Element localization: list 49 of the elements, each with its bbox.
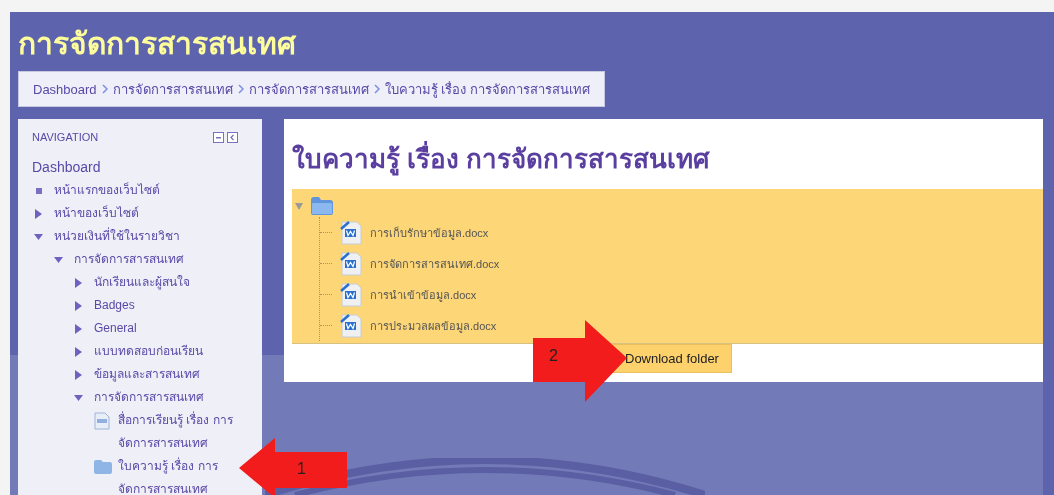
expanded-triangle-icon[interactable]	[34, 231, 43, 242]
minimize-icon[interactable]	[213, 131, 224, 143]
document-icon	[340, 220, 362, 245]
panel-title: NAVIGATION	[32, 131, 99, 143]
folder-icon	[311, 197, 333, 215]
nav-item[interactable]: หน้าของเว็บไซต์	[54, 202, 139, 225]
expanded-triangle-icon[interactable]	[74, 392, 83, 403]
collapsed-triangle-icon[interactable]	[74, 323, 83, 334]
collapsed-triangle-icon[interactable]	[34, 208, 43, 219]
file-link[interactable]: การนำเข้าข้อมูล.docx	[370, 285, 477, 304]
expanded-triangle-icon[interactable]	[54, 254, 63, 265]
folder-icon	[94, 459, 112, 474]
file-link[interactable]: การประมวลผลข้อมูล.docx	[370, 316, 497, 335]
nav-item[interactable]: หน่วยเงินที่ใช้ในรายวิชา	[54, 225, 180, 248]
callout-number: 2	[549, 347, 558, 365]
page-title: การจัดการสารสนเทศ	[18, 26, 298, 62]
content-title: ใบความรู้ เรื่อง การจัดการสารสนเทศ	[292, 143, 1043, 175]
download-folder-button[interactable]: Download folder	[612, 344, 732, 373]
document-icon	[340, 251, 362, 276]
nav-item[interactable]: General	[94, 317, 137, 340]
nav-item[interactable]: Badges	[94, 294, 135, 317]
collapsed-triangle-icon[interactable]	[74, 277, 83, 288]
breadcrumb-link[interactable]: Dashboard	[33, 81, 97, 97]
nav-item[interactable]: สื่อการเรียนรู้ เรื่อง การจัดการสารสนเทศ	[118, 409, 238, 455]
callout-number: 1	[297, 460, 306, 478]
nav-item[interactable]: ใบความรู้ เรื่อง การจัดการสารสนเทศ	[118, 455, 238, 495]
nav-item[interactable]: แบบทดสอบก่อนเรียน	[94, 340, 203, 363]
chevron-icon	[101, 84, 108, 94]
file-link[interactable]: การเก็บรักษาข้อมูล.docx	[370, 223, 489, 242]
collapsed-triangle-icon[interactable]	[74, 346, 83, 357]
nav-item[interactable]: Dashboard	[32, 155, 101, 179]
collapsed-triangle-icon[interactable]	[74, 369, 83, 380]
breadcrumb-link[interactable]: การจัดการสารสนเทศ	[248, 78, 369, 100]
chevron-icon	[237, 84, 244, 94]
nav-item[interactable]: การจัดการสารสนเทศ	[74, 248, 184, 271]
document-icon	[340, 313, 362, 338]
nav-item[interactable]: หน้าแรกของเว็บไซต์	[54, 179, 160, 202]
file-link[interactable]: การจัดการสารสนเทศ.docx	[370, 254, 500, 273]
breadcrumb-link[interactable]: ใบความรู้ เรื่อง การจัดการสารสนเทศ	[384, 78, 590, 100]
document-icon	[340, 282, 362, 307]
nav-item[interactable]: นักเรียนและผู้สนใจ	[94, 271, 190, 294]
nav-item[interactable]: ข้อมูลและสารสนเทศ	[94, 363, 200, 386]
dock-icon[interactable]	[227, 131, 238, 143]
page-icon	[94, 411, 110, 430]
bullet-icon	[36, 187, 42, 194]
collapsed-triangle-icon[interactable]	[74, 300, 83, 311]
breadcrumb-link[interactable]: การจัดการสารสนเทศ	[112, 78, 233, 100]
chevron-icon	[373, 84, 380, 94]
nav-item[interactable]: การจัดการสารสนเทศ	[94, 386, 204, 409]
